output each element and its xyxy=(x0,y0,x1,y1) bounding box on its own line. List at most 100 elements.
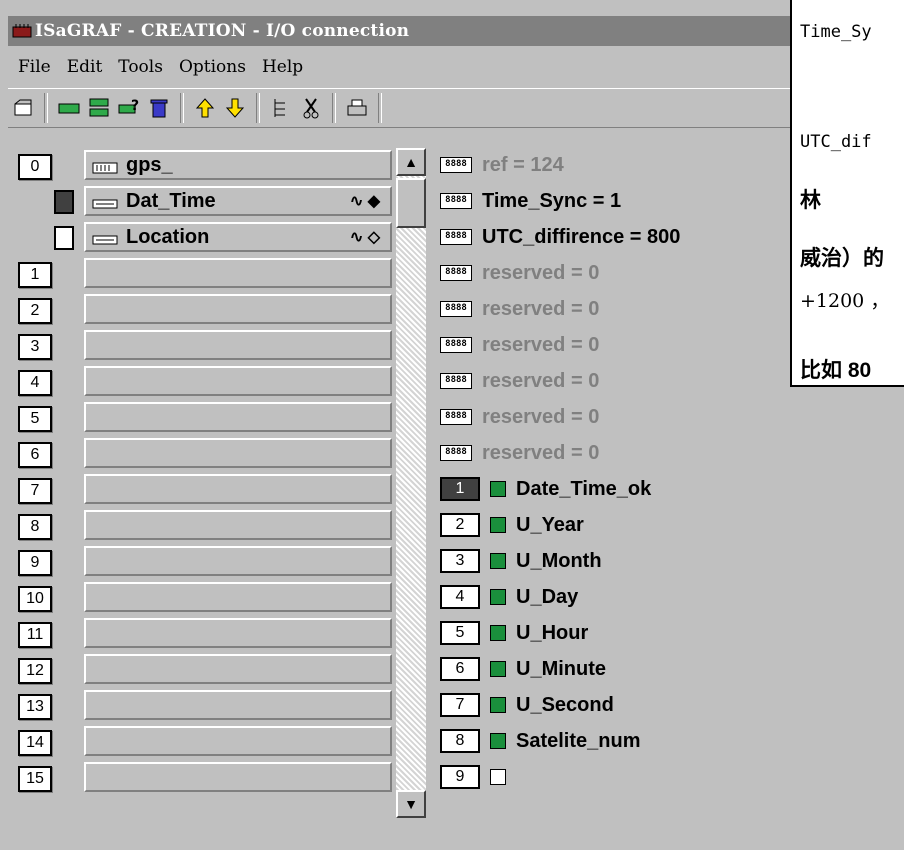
card-stack-icon[interactable] xyxy=(84,93,114,123)
analog-icon: 8888 xyxy=(440,301,472,317)
scroll-down-button[interactable]: ▼ xyxy=(396,790,426,818)
slot-cell-empty[interactable] xyxy=(84,366,392,396)
slot-cell-empty[interactable] xyxy=(84,294,392,324)
slot-button[interactable]: 11 xyxy=(18,622,52,648)
digital-variable[interactable]: 5 U_Hour xyxy=(440,618,588,648)
slot-cell-empty[interactable] xyxy=(84,474,392,504)
digital-variable[interactable]: 3 U_Month xyxy=(440,546,602,576)
menu-help[interactable]: Help xyxy=(262,57,303,77)
slot-button[interactable]: 0 xyxy=(18,154,52,180)
slot-button[interactable]: 9 xyxy=(18,550,52,576)
slot-button[interactable]: 5 xyxy=(18,406,52,432)
analog-variable[interactable]: 8888 Time_Sync = 1 xyxy=(440,186,621,216)
slot-button[interactable]: 1 xyxy=(18,262,52,288)
slot-button[interactable]: 7 xyxy=(18,478,52,504)
analog-variable[interactable]: 8888 ref = 124 xyxy=(440,150,564,180)
slot-cell[interactable]: Location ∿ ◇ xyxy=(84,222,392,252)
slot-cell-empty[interactable] xyxy=(84,762,392,792)
channel-name: Dat_Time xyxy=(126,189,216,212)
analog-icon: 8888 xyxy=(440,193,472,209)
overlay-text: +1200 ， xyxy=(800,290,890,312)
digital-variable[interactable]: 1 Date_Time_ok xyxy=(440,474,651,504)
open-icon[interactable] xyxy=(8,93,38,123)
slot-cell-empty[interactable] xyxy=(84,402,392,432)
slot-button[interactable]: 15 xyxy=(18,766,52,792)
slot-button[interactable]: 2 xyxy=(18,298,52,324)
analog-variable[interactable]: 8888 UTC_diffirence = 800 xyxy=(440,222,680,252)
slot-cell-empty[interactable] xyxy=(84,330,392,360)
slot-button[interactable]: 8 xyxy=(18,514,52,540)
analog-variable[interactable]: 8888 reserved = 0 xyxy=(440,330,599,360)
slot-button[interactable]: 10 xyxy=(18,586,52,612)
slot-button[interactable]: 3 xyxy=(18,334,52,360)
slot-cell-empty[interactable] xyxy=(84,546,392,576)
digital-variable[interactable]: 2 U_Year xyxy=(440,510,584,540)
analog-variable[interactable]: 8888 reserved = 0 xyxy=(440,258,599,288)
pencil-icon xyxy=(490,769,506,785)
overlay-text: Time_Sy xyxy=(800,22,872,42)
app-icon xyxy=(12,23,32,39)
analog-variable[interactable]: 8888 reserved = 0 xyxy=(440,438,599,468)
slot-cell[interactable]: gps_ xyxy=(84,150,392,180)
slot-button[interactable]: 4 xyxy=(18,370,52,396)
channel-number: 2 xyxy=(440,513,480,537)
digital-variable[interactable]: 4 U_Day xyxy=(440,582,578,612)
slot-cell-empty[interactable] xyxy=(84,258,392,288)
boolean-icon xyxy=(490,625,506,641)
boolean-icon xyxy=(490,661,506,677)
channel-expanded-marker[interactable] xyxy=(54,190,74,214)
document-text-overlay: Time_Sy UTC_dif 林 威治）的 +1200 ， 比如 80 xyxy=(790,0,904,387)
title-bar: ISaGRAF - CREATION - I/O connection xyxy=(8,16,798,46)
slot-cell-empty[interactable] xyxy=(84,690,392,720)
channel-collapsed-marker[interactable] xyxy=(54,226,74,250)
analog-icon: 8888 xyxy=(440,409,472,425)
slot-cell[interactable]: Dat_Time ∿ ◆ xyxy=(84,186,392,216)
overlay-text: UTC_dif xyxy=(800,132,872,152)
up-arrow-icon[interactable] xyxy=(190,93,220,123)
down-arrow-icon[interactable] xyxy=(220,93,250,123)
channel-number: 3 xyxy=(440,549,480,573)
boolean-icon xyxy=(490,697,506,713)
digital-variable[interactable]: 6 U_Minute xyxy=(440,654,606,684)
analog-icon: 8888 xyxy=(440,373,472,389)
overlay-text: 比如 80 xyxy=(800,359,872,382)
menu-tools[interactable]: Tools xyxy=(118,57,163,77)
print-icon[interactable] xyxy=(342,93,372,123)
analog-variable[interactable]: 8888 reserved = 0 xyxy=(440,402,599,432)
analog-variable[interactable]: 8888 reserved = 0 xyxy=(440,366,599,396)
digital-variable[interactable]: 8 Satelite_num xyxy=(440,726,640,756)
overlay-text: 林 xyxy=(800,189,821,212)
slot-cell-empty[interactable] xyxy=(84,654,392,684)
menu-file[interactable]: File xyxy=(18,57,51,77)
slot-cell-empty[interactable] xyxy=(84,618,392,648)
menu-edit[interactable]: Edit xyxy=(67,57,103,77)
analog-icon: 8888 xyxy=(440,445,472,461)
boolean-icon xyxy=(490,553,506,569)
cut-icon[interactable] xyxy=(296,93,326,123)
menu-bar: File Edit Tools Options Help xyxy=(8,50,798,84)
slot-cell-empty[interactable] xyxy=(84,726,392,756)
slot-button[interactable]: 14 xyxy=(18,730,52,756)
scroll-thumb[interactable] xyxy=(396,178,426,228)
slot-cell-empty[interactable] xyxy=(84,438,392,468)
tree-icon[interactable] xyxy=(266,93,296,123)
boolean-icon xyxy=(490,733,506,749)
analog-variable[interactable]: 8888 reserved = 0 xyxy=(440,294,599,324)
scroll-up-button[interactable]: ▲ xyxy=(396,148,426,176)
delete-icon[interactable] xyxy=(144,93,174,123)
slot-button[interactable]: 12 xyxy=(18,658,52,684)
channel-icon xyxy=(92,194,118,209)
card-icon[interactable] xyxy=(54,93,84,123)
digital-variable[interactable]: 9 xyxy=(440,762,516,792)
channel-number: 1 xyxy=(440,477,480,501)
window-title: ISaGRAF - CREATION - I/O connection xyxy=(35,21,410,41)
slot-button[interactable]: 6 xyxy=(18,442,52,468)
menu-options[interactable]: Options xyxy=(179,57,246,77)
help-card-icon[interactable]: ? xyxy=(114,93,144,123)
vertical-scrollbar[interactable]: ▲ ▼ xyxy=(396,148,426,818)
channel-number: 5 xyxy=(440,621,480,645)
slot-cell-empty[interactable] xyxy=(84,582,392,612)
slot-cell-empty[interactable] xyxy=(84,510,392,540)
digital-variable[interactable]: 7 U_Second xyxy=(440,690,614,720)
slot-button[interactable]: 13 xyxy=(18,694,52,720)
